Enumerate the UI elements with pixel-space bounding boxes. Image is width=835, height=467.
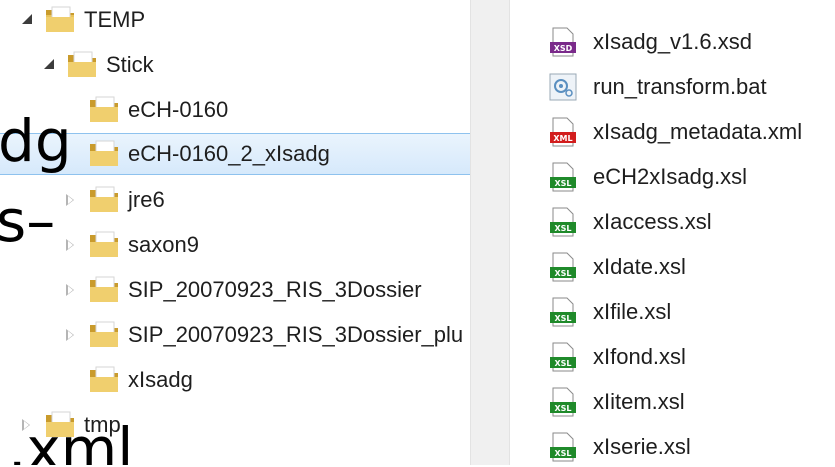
svg-text:XSL: XSL — [554, 179, 571, 188]
pane-splitter[interactable] — [470, 0, 510, 465]
tree-item-label: SIP_20070923_RIS_3Dossier_plu — [128, 322, 464, 347]
file-item[interactable]: XSL xIfond.xsl — [511, 337, 835, 377]
tree-item-label: eCH-0160 — [128, 97, 229, 122]
file-item[interactable]: XSL eCH2xIsadg.xsl — [511, 157, 835, 197]
file-name: xIfile.xsl — [593, 299, 672, 324]
xsl-file-icon: XSL — [550, 387, 576, 417]
folder-icon — [90, 140, 118, 166]
background-text: s– — [0, 187, 56, 255]
folder-tree: TEMP Stick eCH-0160 eCH-0160_2_xIsadg jr… — [0, 0, 470, 465]
xml-file-icon: XML — [550, 117, 576, 147]
file-name: run_transform.bat — [593, 74, 767, 99]
collapsed-arrow-icon[interactable] — [64, 328, 78, 342]
svg-text:XSL: XSL — [554, 314, 571, 323]
expanded-arrow-icon[interactable] — [22, 12, 36, 26]
xsl-file-icon: XSL — [550, 207, 576, 237]
svg-text:XSL: XSL — [554, 224, 571, 233]
collapsed-arrow-icon[interactable] — [64, 283, 78, 297]
xsd-file-icon: XSD — [550, 27, 576, 57]
xsl-file-icon: XSL — [550, 342, 576, 372]
file-name: xIdate.xsl — [593, 254, 686, 279]
file-item[interactable]: XSL xIitem.xsl — [511, 382, 835, 422]
file-name: xIitem.xsl — [593, 389, 685, 414]
tree-item-sip-3dossier[interactable]: SIP_20070923_RIS_3Dossier — [0, 272, 470, 308]
tree-item-xisadg[interactable]: xIsadg — [0, 362, 470, 398]
svg-text:XSD: XSD — [554, 44, 573, 53]
xsl-file-icon: XSL — [550, 432, 576, 462]
svg-text:XSL: XSL — [554, 269, 571, 278]
tree-item-temp[interactable]: TEMP — [0, 2, 470, 38]
file-name: xIserie.xsl — [593, 434, 691, 459]
file-item[interactable]: XSL xIaccess.xsl — [511, 202, 835, 242]
xsl-file-icon: XSL — [550, 252, 576, 282]
file-item[interactable]: XSL xIserie.xsl — [511, 427, 835, 467]
file-name: eCH2xIsadg.xsl — [593, 164, 748, 189]
svg-text:XSL: XSL — [554, 359, 571, 368]
tree-item-saxon9[interactable]: saxon9 — [0, 227, 470, 263]
file-list: XSD xIsadg_v1.6.xsd run_transform.bat XM… — [511, 0, 835, 465]
background-text: .xml — [8, 415, 134, 465]
collapsed-arrow-icon[interactable] — [64, 193, 78, 207]
tree-item-label: saxon9 — [128, 232, 199, 257]
collapsed-arrow-icon[interactable] — [64, 238, 78, 252]
tree-item-jre6[interactable]: jre6 — [0, 182, 470, 218]
file-name: xIsadg_v1.6.xsd — [593, 29, 752, 54]
folder-icon — [90, 276, 118, 302]
folder-icon — [90, 366, 118, 392]
background-text: dg — [0, 107, 72, 175]
folder-icon — [90, 96, 118, 122]
folder-icon — [90, 186, 118, 212]
tree-item-label: SIP_20070923_RIS_3Dossier — [128, 277, 422, 302]
svg-text:XML: XML — [553, 134, 572, 143]
tree-item-label: TEMP — [84, 7, 146, 32]
folder-icon — [90, 231, 118, 257]
tree-item-label: Stick — [106, 52, 154, 77]
file-name: xIaccess.xsl — [593, 209, 712, 234]
tree-item-sip-3dossier-plu[interactable]: SIP_20070923_RIS_3Dossier_plu — [0, 317, 470, 353]
xsl-file-icon: XSL — [550, 162, 576, 192]
file-item[interactable]: XSL xIdate.xsl — [511, 247, 835, 287]
svg-text:XSL: XSL — [554, 404, 571, 413]
file-item[interactable]: run_transform.bat — [511, 67, 835, 107]
tree-item-label: eCH-0160_2_xIsadg — [128, 141, 330, 166]
file-item[interactable]: XML xIsadg_metadata.xml — [511, 112, 835, 152]
expanded-arrow-icon[interactable] — [44, 57, 58, 71]
xsl-file-icon: XSL — [550, 297, 576, 327]
folder-icon — [46, 6, 74, 32]
folder-icon — [68, 51, 96, 77]
bat-file-icon — [549, 73, 577, 101]
file-item[interactable]: XSD xIsadg_v1.6.xsd — [511, 22, 835, 62]
file-name: xIfond.xsl — [593, 344, 686, 369]
tree-item-stick[interactable]: Stick — [0, 47, 470, 83]
tree-item-label: xIsadg — [128, 367, 193, 392]
file-name: xIsadg_metadata.xml — [593, 119, 803, 144]
tree-item-label: jre6 — [128, 187, 165, 212]
file-item[interactable]: XSL xIfile.xsl — [511, 292, 835, 332]
svg-text:XSL: XSL — [554, 449, 571, 458]
folder-icon — [90, 321, 118, 347]
